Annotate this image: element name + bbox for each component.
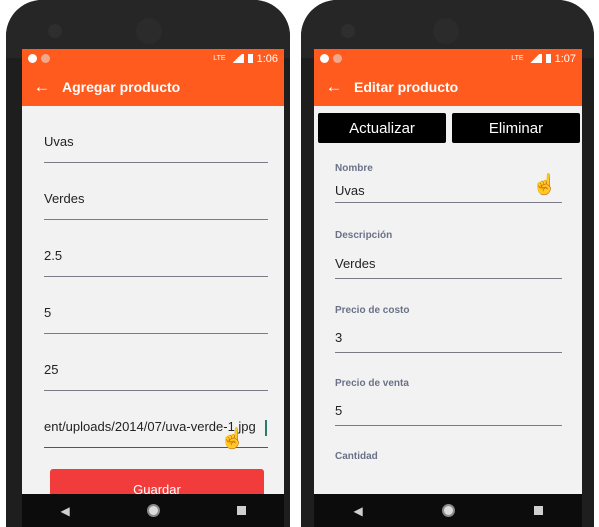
battery-icon (545, 54, 551, 63)
right-screen: LTE 1:07 ← Editar producto Actualizar El… (314, 49, 582, 527)
notification-icon (333, 54, 342, 63)
sale-price-field[interactable]: Precio de venta 5 (335, 378, 562, 456)
camera-icon (433, 18, 459, 44)
back-arrow-icon[interactable]: ← (22, 77, 62, 97)
android-nav-bar: ◀ (22, 494, 284, 527)
nav-home-icon[interactable] (146, 504, 160, 517)
field-underline (335, 278, 562, 279)
field-value: 3 (335, 330, 343, 345)
field-label: Descripción (335, 230, 393, 241)
field-value: 5 (44, 305, 52, 320)
field-value: Uvas (335, 183, 365, 198)
nav-recent-icon[interactable] (533, 506, 543, 515)
camera-icon (136, 18, 162, 44)
field-underline (335, 425, 562, 426)
speaker-dot (341, 24, 355, 38)
field-label: Cantidad (335, 451, 378, 462)
status-time: 1:07 (554, 52, 576, 65)
update-button[interactable]: Actualizar (318, 113, 446, 143)
description-field[interactable]: Verdes (44, 163, 268, 220)
left-screen: LTE 1:06 ← Agregar producto Uvas Verdes … (22, 49, 284, 527)
left-phone-frame: LTE 1:06 ← Agregar producto Uvas Verdes … (6, 0, 290, 527)
hand-pointer-icon: ☝ (532, 174, 557, 196)
app-bar: ← Agregar producto (22, 68, 284, 106)
field-value: 25 (44, 362, 59, 377)
field-value: 5 (335, 403, 343, 418)
nav-back-icon[interactable]: ◀ (60, 504, 69, 518)
delete-button[interactable]: Eliminar (452, 113, 580, 143)
speaker-dot (48, 24, 62, 38)
action-buttons: Actualizar Eliminar (314, 106, 582, 147)
field-label: Precio de venta (335, 378, 409, 389)
field-underline (335, 202, 562, 203)
sale-price-field[interactable]: 5 (44, 277, 268, 334)
android-nav-bar: ◀ (314, 494, 582, 527)
field-label: Precio de costo (335, 305, 410, 316)
network-type: LTE (213, 55, 226, 62)
status-time: 1:06 (256, 52, 278, 65)
battery-icon (247, 54, 253, 63)
notification-icon (320, 54, 329, 63)
app-bar: ← Editar producto (314, 68, 582, 106)
name-field[interactable]: Nombre Uvas (335, 163, 562, 236)
nav-recent-icon[interactable] (236, 506, 246, 515)
right-phone-frame: LTE 1:07 ← Editar producto Actualizar El… (301, 0, 594, 527)
network-type: LTE (511, 55, 524, 62)
field-value: Uvas (44, 134, 74, 149)
status-bar: LTE 1:07 (314, 49, 582, 68)
cost-price-field[interactable]: 2.5 (44, 220, 268, 277)
name-field[interactable]: Uvas (44, 106, 268, 163)
status-bar: LTE 1:06 (22, 49, 284, 68)
cost-price-field[interactable]: Precio de costo 3 (335, 305, 562, 383)
description-field[interactable]: Descripción Verdes (335, 230, 562, 310)
page-title: Editar producto (354, 79, 459, 95)
signal-icon (229, 54, 244, 63)
field-value: Verdes (335, 256, 376, 271)
field-value: 2.5 (44, 248, 63, 263)
add-product-form: Uvas Verdes 2.5 5 25 ent/uploads/2014/07… (22, 106, 284, 448)
page-title: Agregar producto (62, 79, 181, 95)
back-arrow-icon[interactable]: ← (314, 77, 354, 97)
nav-home-icon[interactable] (441, 504, 455, 517)
field-underline (335, 352, 562, 353)
hand-pointer-icon: ☝ (220, 428, 245, 450)
notification-icon (41, 54, 50, 63)
notification-icon (28, 54, 37, 63)
nav-back-icon[interactable]: ◀ (353, 504, 362, 518)
field-label: Nombre (335, 163, 373, 174)
text-cursor (265, 420, 267, 436)
quantity-field[interactable]: 25 (44, 334, 268, 391)
field-value: Verdes (44, 191, 85, 206)
signal-icon (527, 54, 542, 63)
edit-product-form: Nombre Uvas Descripción Verdes Precio de… (314, 147, 582, 527)
